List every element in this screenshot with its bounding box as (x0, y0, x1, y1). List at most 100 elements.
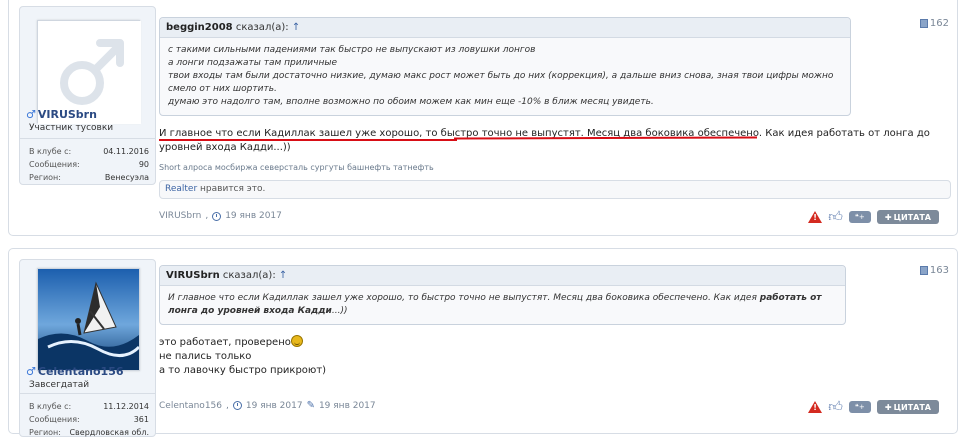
report-icon[interactable]: ! (808, 211, 823, 223)
like-thumb-icon[interactable]: 👍︎ (828, 400, 843, 414)
quote-body: И главное что если Кадиллак зашел уже хо… (160, 286, 845, 324)
multiquote-button[interactable]: ❝+ (848, 401, 871, 413)
liker-link[interactable]: Realter (165, 184, 197, 194)
quote-header: beggin2008 сказал(а): ↑ (160, 18, 850, 38)
post-number-icon (919, 19, 928, 28)
quote-button[interactable]: ✚ ЦИТАТА (876, 210, 939, 224)
meta-author[interactable]: VIRUSbrn (159, 211, 201, 221)
quote-button-label: ЦИТАТА (893, 212, 931, 222)
message-line: это работает, проверено (159, 335, 326, 350)
joined-value: 11.12.2014 (103, 402, 149, 411)
region-value: Свердловская обл. (69, 428, 149, 437)
joined-row: В клубе с: 04.11.2016 (29, 145, 149, 158)
message-line: а то лавочку быстро прикроют) (159, 365, 327, 376)
username-link[interactable]: Celentano156 (38, 365, 124, 378)
post-date[interactable]: 19 янв 2017 (246, 401, 303, 411)
likes-summary: Realter нравится это. (159, 180, 951, 199)
message-line: уровней входа Кадди...)) (159, 142, 291, 153)
quote-body: с такими сильными падениями так быстро н… (160, 38, 850, 115)
quote-author[interactable]: beggin2008 (166, 22, 233, 33)
signature: Short алроса мосбиржа северсталь сургуты… (159, 163, 434, 172)
post-163: ♂ Celentano156 Завсегдатай В клубе с: 11.1… (8, 248, 958, 437)
message-text: это работает, проверено (159, 337, 291, 348)
username-link[interactable]: VIRUSbrn (38, 108, 97, 121)
quote-line: лонга до уровней входа Кадди...)) (168, 305, 837, 318)
username[interactable]: ♂ VIRUSbrn (26, 108, 97, 121)
username[interactable]: ♂ Celentano156 (26, 365, 124, 378)
quote-text: И главное что если Кадиллак зашел уже хо… (168, 293, 760, 303)
post-number[interactable]: 163 (919, 265, 949, 276)
like-thumb-icon[interactable]: 👍︎ (828, 210, 843, 224)
user-info-panel: ♂ VIRUSbrn Участник тусовки В клубе с: 04.… (19, 6, 156, 185)
red-underline-mark (159, 139, 457, 141)
post-date[interactable]: 19 янв 2017 (225, 211, 282, 221)
message-body: И главное что если Кадиллак зашел уже хо… (159, 127, 949, 155)
quote-line: с такими сильными падениями так быстро н… (168, 45, 536, 55)
joined-label: В клубе с: (29, 147, 72, 156)
post-number-icon (919, 266, 928, 275)
quote-line: думаю это надолго там, вполне возможно п… (168, 97, 654, 107)
post-controls: ! 👍︎ ❝+ ✚ ЦИТАТА (808, 400, 939, 414)
post-162: ♂ VIRUSbrn Участник тусовки В клубе с: 04.… (8, 0, 958, 236)
message-body: это работает, проверено не пались только… (159, 335, 326, 378)
quote-header: VIRUSbrn сказал(а): ↑ (160, 266, 845, 286)
user-extra-info: В клубе с: 11.12.2014 Сообщения: 361 Регио… (20, 393, 155, 439)
region-value: Венесуэла (104, 173, 149, 182)
message-line: не пались только (159, 351, 252, 362)
male-gender-icon: ♂ (26, 108, 36, 121)
quote-block: VIRUSbrn сказал(а): ↑ И главное что если… (159, 265, 846, 325)
quote-line: а лонги подзажаты там приличные (168, 58, 338, 68)
quote-said: сказал(а): (222, 270, 276, 281)
joined-value: 04.11.2016 (103, 147, 149, 156)
post-meta: Celentano156, 19 янв 2017 ✎ 19 янв 2017 (159, 400, 376, 411)
user-title: Завсегдатай (29, 380, 90, 390)
quote-line: смело от них шортить. (168, 84, 277, 94)
joined-row: В клубе с: 11.12.2014 (29, 400, 149, 413)
posts-label: Сообщения: (29, 160, 80, 169)
quote-plus-icon: ✚ (884, 402, 892, 412)
quote-block: beggin2008 сказал(а): ↑ с такими сильным… (159, 17, 851, 116)
report-icon[interactable]: ! (808, 401, 823, 413)
region-label: Регион: (29, 428, 61, 437)
region-label: Регион: (29, 173, 61, 182)
quote-line: твои входы там были достаточно низкие, д… (168, 71, 834, 81)
post-meta: VIRUSbrn, 19 янв 2017 (159, 211, 282, 221)
region-row: Регион: Венесуэла (29, 171, 149, 184)
quote-plus-icon: ✚ (884, 212, 892, 222)
post-number[interactable]: 162 (919, 18, 949, 29)
quote-jump-arrow-icon[interactable]: ↑ (292, 22, 300, 33)
pencil-edit-icon: ✎ (306, 400, 315, 411)
smiley-icon (290, 335, 303, 347)
multiquote-button[interactable]: ❝+ (848, 211, 871, 223)
quote-bold-text: работать от (759, 293, 822, 303)
quote-bold-text: лонга до уровней входа Кадди (168, 306, 332, 316)
meta-separator: , (205, 211, 209, 221)
meta-separator: , (226, 400, 229, 411)
posts-row: Сообщения: 90 (29, 158, 149, 171)
quote-author[interactable]: VIRUSbrn (166, 270, 220, 281)
avatar[interactable] (37, 268, 141, 371)
posts-value[interactable]: 90 (139, 158, 149, 171)
region-row: Регион: Свердловская обл. (29, 426, 149, 439)
user-title: Участник тусовки (29, 123, 114, 133)
user-extra-info: В клубе с: 04.11.2016 Сообщения: 90 Регион… (20, 138, 155, 184)
quote-button-label: ЦИТАТА (893, 402, 931, 412)
clock-icon (232, 401, 242, 410)
post-number-value[interactable]: 163 (930, 265, 949, 276)
posts-row: Сообщения: 361 (29, 413, 149, 426)
clock-icon (212, 211, 222, 221)
posts-label: Сообщения: (29, 415, 80, 424)
joined-label: В клубе с: (29, 402, 72, 411)
post-number-value[interactable]: 162 (930, 18, 949, 29)
male-gender-icon: ♂ (26, 365, 36, 378)
quote-text: ...)) (331, 306, 348, 316)
meta-author[interactable]: Celentano156 (159, 401, 222, 411)
posts-value[interactable]: 361 (134, 413, 149, 426)
quote-button[interactable]: ✚ ЦИТАТА (876, 400, 939, 414)
post-controls: ! 👍︎ ❝+ ✚ ЦИТАТА (808, 210, 939, 224)
user-info-panel: ♂ Celentano156 Завсегдатай В клубе с: 11.1… (19, 259, 156, 437)
likes-text: нравится это. (200, 184, 266, 194)
quote-said: сказал(а): (235, 22, 289, 33)
quote-jump-arrow-icon[interactable]: ↑ (279, 270, 287, 281)
quote-line: И главное что если Кадиллак зашел уже хо… (168, 292, 837, 305)
